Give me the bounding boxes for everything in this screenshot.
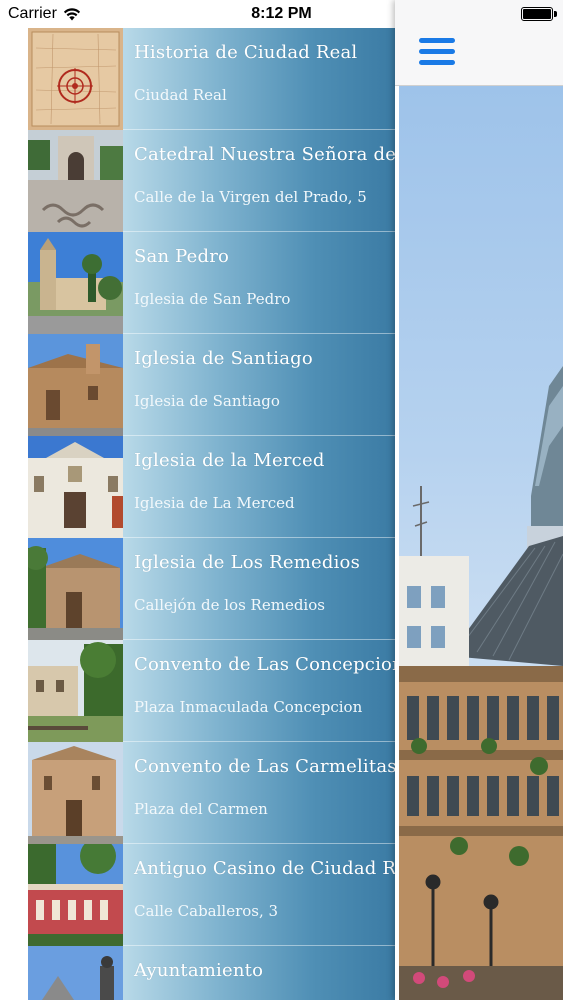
church-facade-thumbnail [28, 436, 123, 538]
map-thumbnail [28, 28, 123, 130]
church-thumbnail [28, 538, 123, 640]
list-item-title: Catedral Nuestra Señora del Prado [134, 144, 395, 165]
church-thumbnail [28, 334, 123, 436]
list-item-subtitle: Plaza del Carmen [134, 800, 268, 818]
list-item-subtitle: Callejón de los Remedios [134, 596, 325, 614]
list-item-title: Historia de Ciudad Real [134, 42, 358, 63]
list-item-subtitle: Iglesia de Santiago [134, 392, 280, 410]
convent-thumbnail [28, 640, 123, 742]
list-item[interactable]: San Pedro Iglesia de San Pedro [0, 232, 395, 334]
list-item[interactable]: Ayuntamiento [0, 946, 395, 1000]
list-item-subtitle: Iglesia de San Pedro [134, 290, 291, 308]
town-hall-thumbnail [28, 946, 123, 1000]
hamburger-menu-icon[interactable] [419, 38, 455, 72]
casino-thumbnail [28, 844, 123, 946]
church-tower-thumbnail [28, 232, 123, 334]
status-bar: Carrier 8:12 PM [0, 0, 563, 28]
list-item-subtitle: Calle Caballeros, 3 [134, 902, 279, 920]
main-panel[interactable] [395, 0, 563, 1000]
list-item[interactable]: Historia de Ciudad Real Ciudad Real [0, 28, 395, 130]
list-item-subtitle: Calle de la Virgen del Prado, 5 [134, 188, 367, 206]
list-item-title: Convento de Las Concepcionistas [134, 654, 395, 675]
list-item-subtitle: Iglesia de La Merced [134, 494, 295, 512]
side-drawer-list[interactable]: Historia de Ciudad Real Ciudad Real Cate… [0, 28, 395, 1000]
list-item-title: Ayuntamiento [134, 960, 264, 981]
status-time: 8:12 PM [251, 5, 312, 22]
list-item[interactable]: Convento de Las Carmelitas Descalzas Pla… [0, 742, 395, 844]
list-item-title: Convento de Las Carmelitas Descalzas [134, 756, 395, 777]
list-item-subtitle: Ciudad Real [134, 86, 227, 104]
list-item-text: Convento de Las Concepcionistas Plaza In… [123, 640, 395, 742]
list-item[interactable]: Iglesia de Los Remedios Callejón de los … [0, 538, 395, 640]
list-item-title: Antiguo Casino de Ciudad Real [134, 858, 395, 879]
list-item[interactable]: Iglesia de Santiago Iglesia de Santiago [0, 334, 395, 436]
list-item-title: San Pedro [134, 246, 230, 267]
list-item-text: Ayuntamiento [123, 946, 395, 1000]
convent-thumbnail [28, 742, 123, 844]
list-item[interactable]: Convento de Las Concepcionistas Plaza In… [0, 640, 395, 742]
list-item-title: Iglesia de la Merced [134, 450, 325, 471]
battery-icon [521, 7, 557, 21]
list-item-text: Iglesia de Los Remedios Callejón de los … [123, 538, 395, 640]
list-item-subtitle: Plaza Inmaculada Concepcion [134, 698, 363, 716]
list-item-text: Convento de Las Carmelitas Descalzas Pla… [123, 742, 395, 844]
list-item-text: Historia de Ciudad Real Ciudad Real [123, 28, 395, 130]
list-item-text: Iglesia de la Merced Iglesia de La Merce… [123, 436, 395, 538]
town-hall-photo [399, 86, 563, 1000]
list-item-text: Catedral Nuestra Señora del Prado Calle … [123, 130, 395, 232]
list-item[interactable]: Catedral Nuestra Señora del Prado Calle … [0, 130, 395, 232]
list-item-text: San Pedro Iglesia de San Pedro [123, 232, 395, 334]
list-item[interactable]: Iglesia de la Merced Iglesia de La Merce… [0, 436, 395, 538]
list-item-title: Iglesia de Santiago [134, 348, 313, 369]
list-item-text: Antiguo Casino de Ciudad Real Calle Caba… [123, 844, 395, 946]
list-item-title: Iglesia de Los Remedios [134, 552, 361, 573]
cathedral-thumbnail [28, 130, 123, 232]
list-item[interactable]: Antiguo Casino de Ciudad Real Calle Caba… [0, 844, 395, 946]
list-item-text: Iglesia de Santiago Iglesia de Santiago [123, 334, 395, 436]
